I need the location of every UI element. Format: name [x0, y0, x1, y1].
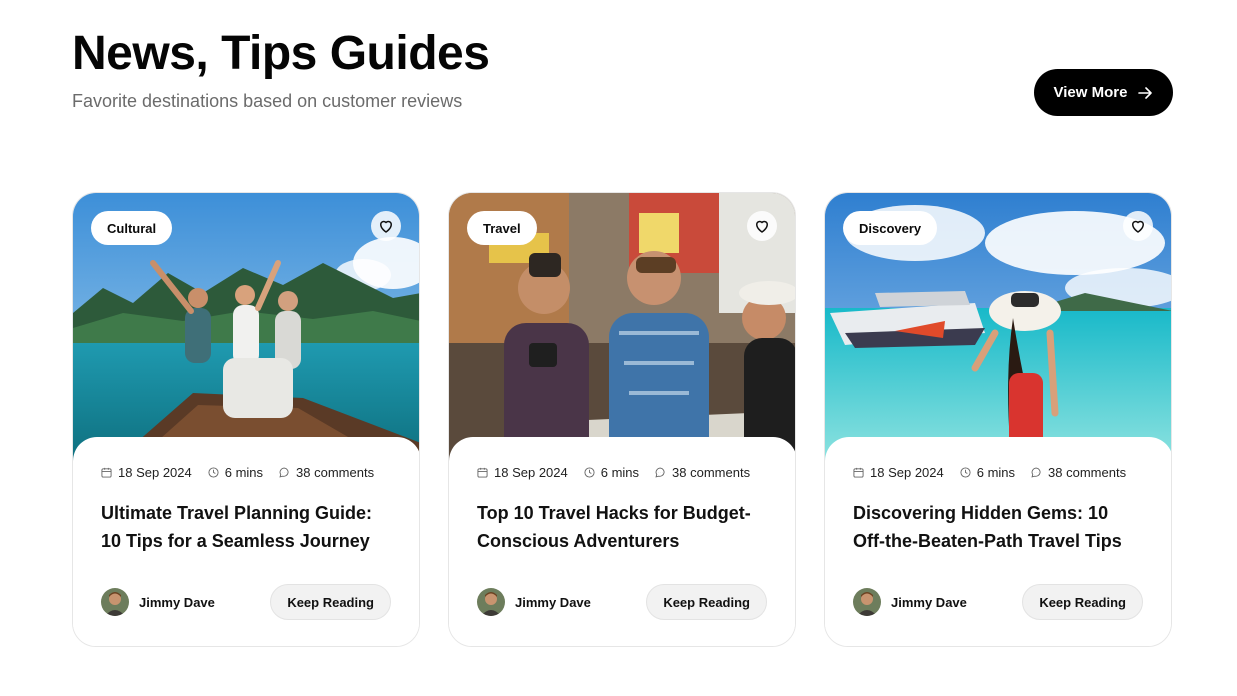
- article-footer: Jimmy Dave Keep Reading: [853, 584, 1143, 620]
- category-tag[interactable]: Discovery: [843, 211, 938, 245]
- article-footer: Jimmy Dave Keep Reading: [477, 584, 767, 620]
- article-footer: Jimmy Dave Keep Reading: [101, 584, 391, 620]
- category-tag[interactable]: Travel: [467, 211, 537, 245]
- article-comments: 38 comments: [279, 465, 374, 480]
- comment-icon: [279, 467, 289, 478]
- article-comments: 38 comments: [655, 465, 750, 480]
- author: Jimmy Dave: [477, 588, 591, 616]
- favorite-button[interactable]: [371, 211, 401, 241]
- article-card[interactable]: Travel 18 Sep 2024 6 mins 38 comments To…: [448, 192, 796, 647]
- article-card-list: Cultural 18 Sep 2024 6 mins 38 comments: [72, 192, 1173, 647]
- comment-icon: [655, 467, 665, 478]
- avatar: [101, 588, 129, 616]
- section-header: News, Tips Guides Favorite destinations …: [72, 26, 1173, 126]
- page-title: News, Tips Guides: [72, 27, 490, 80]
- arrow-right-icon: [1138, 86, 1153, 99]
- view-more-button[interactable]: View More: [1034, 69, 1173, 116]
- keep-reading-button[interactable]: Keep Reading: [270, 584, 391, 620]
- calendar-icon: [477, 467, 488, 478]
- avatar: [853, 588, 881, 616]
- favorite-button[interactable]: [747, 211, 777, 241]
- article-date: 18 Sep 2024: [101, 465, 192, 480]
- author: Jimmy Dave: [853, 588, 967, 616]
- heart-icon: [380, 220, 392, 233]
- article-read-time: 6 mins: [960, 465, 1015, 480]
- author: Jimmy Dave: [101, 588, 215, 616]
- article-comments: 38 comments: [1031, 465, 1126, 480]
- page-subtitle: Favorite destinations based on customer …: [72, 91, 463, 111]
- article-date: 18 Sep 2024: [853, 465, 944, 480]
- view-more-label: View More: [1053, 84, 1128, 101]
- article-title[interactable]: Ultimate Travel Planning Guide: 10 Tips …: [101, 499, 393, 555]
- author-name: Jimmy Dave: [891, 594, 967, 610]
- article-title[interactable]: Discovering Hidden Gems: 10 Off-the-Beat…: [853, 499, 1145, 555]
- clock-icon: [584, 466, 595, 478]
- heart-icon: [1132, 220, 1144, 233]
- comment-icon: [1031, 467, 1041, 478]
- article-title[interactable]: Top 10 Travel Hacks for Budget-Conscious…: [477, 499, 769, 555]
- article-meta: 18 Sep 2024 6 mins 38 comments: [477, 463, 769, 481]
- clock-icon: [960, 466, 971, 478]
- article-meta: 18 Sep 2024 6 mins 38 comments: [853, 463, 1145, 481]
- author-name: Jimmy Dave: [139, 594, 215, 610]
- article-read-time: 6 mins: [584, 465, 639, 480]
- avatar: [477, 588, 505, 616]
- heart-icon: [756, 220, 768, 233]
- article-read-time: 6 mins: [208, 465, 263, 480]
- article-card[interactable]: Cultural 18 Sep 2024 6 mins 38 comments: [72, 192, 420, 647]
- article-meta: 18 Sep 2024 6 mins 38 comments: [101, 463, 393, 481]
- author-name: Jimmy Dave: [515, 594, 591, 610]
- article-date: 18 Sep 2024: [477, 465, 568, 480]
- article-card[interactable]: Discovery 18 Sep 2024 6 mins 38 comments: [824, 192, 1172, 647]
- clock-icon: [208, 466, 219, 478]
- calendar-icon: [101, 467, 112, 478]
- calendar-icon: [853, 467, 864, 478]
- favorite-button[interactable]: [1123, 211, 1153, 241]
- category-tag[interactable]: Cultural: [91, 211, 173, 245]
- keep-reading-button[interactable]: Keep Reading: [646, 584, 767, 620]
- keep-reading-button[interactable]: Keep Reading: [1022, 584, 1143, 620]
